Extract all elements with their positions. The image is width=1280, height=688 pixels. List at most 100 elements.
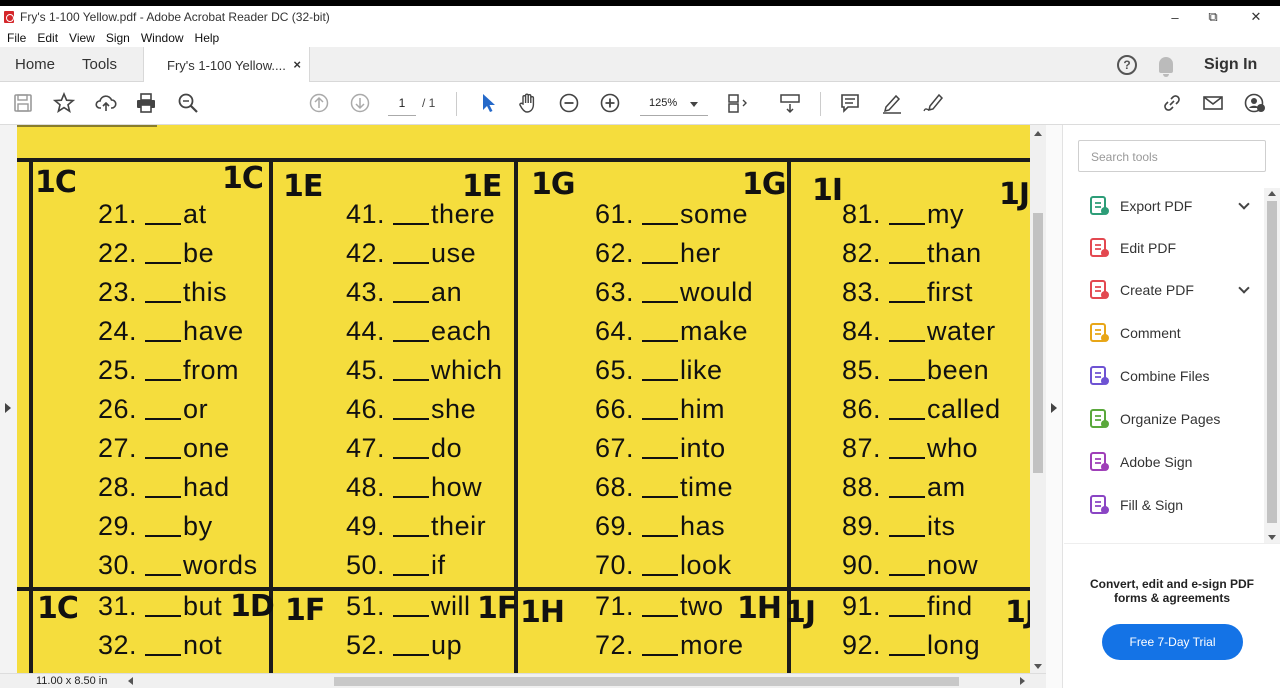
restore-button[interactable]: ⧉ (1190, 6, 1236, 28)
grid-fragment (17, 125, 157, 127)
acrobat-window: Fry's 1-100 Yellow.pdf - Adobe Acrobat R… (0, 0, 1280, 688)
tools-scrollbar[interactable] (1264, 188, 1280, 543)
organize-pages-icon (1088, 408, 1110, 430)
menu-edit[interactable]: Edit (37, 31, 62, 45)
tool-item[interactable]: Export PDF (1088, 194, 1250, 218)
sight-word: this (183, 277, 228, 307)
word-item: 89. its (842, 511, 956, 542)
menu-window[interactable]: Window (141, 31, 188, 45)
sign-in-button[interactable]: Sign In (1204, 47, 1257, 82)
next-page-button[interactable] (348, 91, 372, 115)
tool-item[interactable]: Organize Pages (1088, 407, 1248, 431)
scroll-up-icon[interactable] (1034, 131, 1042, 136)
close-tab-icon[interactable]: × (293, 57, 301, 72)
vertical-scrollbar[interactable] (1030, 125, 1046, 673)
help-button[interactable]: ? (1117, 47, 1137, 82)
previous-page-button[interactable] (307, 91, 331, 115)
notifications-button[interactable] (1159, 47, 1173, 82)
sight-word: their (431, 511, 487, 541)
sight-word: first (927, 277, 974, 307)
answer-blank (642, 418, 679, 420)
right-panel-toggle[interactable] (1046, 125, 1063, 688)
sight-word: how (431, 472, 483, 502)
word-number: 70. (595, 550, 635, 580)
answer-blank (145, 262, 182, 264)
sight-word: would (680, 277, 754, 307)
tool-item[interactable]: Combine Files (1088, 364, 1248, 388)
menu-view[interactable]: View (69, 31, 99, 45)
tool-label: Adobe Sign (1120, 454, 1193, 470)
sight-word: or (183, 394, 209, 424)
word-number: 48. (346, 472, 386, 502)
scroll-left-icon[interactable] (128, 677, 133, 685)
word-item: 87. who (842, 433, 978, 464)
email-button[interactable] (1201, 91, 1225, 115)
tool-item[interactable]: Adobe Sign (1088, 450, 1248, 474)
tool-item[interactable]: Create PDF (1088, 278, 1250, 302)
scroll-down-icon[interactable] (1034, 664, 1042, 669)
sight-word: if (431, 550, 446, 580)
tool-item[interactable]: Edit PDF (1088, 236, 1248, 260)
word-item: 24. have (98, 316, 244, 347)
page-layout-button[interactable] (725, 91, 749, 115)
combine-files-icon (1088, 365, 1110, 387)
answer-blank (393, 574, 430, 576)
free-trial-button[interactable]: Free 7-Day Trial (1102, 624, 1243, 660)
zoom-out-button[interactable] (557, 91, 581, 115)
close-window-button[interactable]: ✕ (1233, 6, 1279, 28)
toolbar-divider-2 (820, 92, 821, 116)
tools-scroll-down-icon[interactable] (1268, 535, 1276, 540)
horizontal-scroll-thumb[interactable] (334, 677, 959, 686)
comment-icon (1088, 322, 1110, 344)
find-button[interactable] (176, 91, 200, 115)
answer-blank (889, 654, 926, 656)
scrolling-mode-button[interactable] (778, 91, 802, 115)
tab-document[interactable]: Fry's 1-100 Yellow.... × (143, 47, 310, 83)
menu-file[interactable]: File (7, 31, 30, 45)
word-number: 82. (842, 238, 882, 268)
left-panel-toggle[interactable] (0, 125, 17, 673)
section-mark: 1J (999, 177, 1030, 212)
sight-word: into (680, 433, 726, 463)
tools-scroll-up-icon[interactable] (1268, 191, 1276, 196)
answer-blank (642, 574, 679, 576)
page-number-input[interactable]: 1 (388, 94, 416, 116)
vertical-scroll-thumb[interactable] (1033, 213, 1043, 473)
tab-tools[interactable]: Tools (82, 47, 117, 82)
sight-word: been (927, 355, 990, 385)
word-item: 86. called (842, 394, 1001, 425)
word-number: 29. (98, 511, 138, 541)
zoom-level-select[interactable]: 125% (640, 94, 708, 116)
word-item: 88. am (842, 472, 966, 503)
section-mark: 1I (812, 173, 843, 208)
share-people-button[interactable] (1243, 91, 1267, 115)
bookmark-button[interactable] (52, 91, 76, 115)
sight-word: each (431, 316, 492, 346)
print-button[interactable] (134, 91, 158, 115)
share-link-button[interactable] (1160, 91, 1184, 115)
tool-item[interactable]: Fill & Sign (1088, 493, 1248, 517)
sight-word: up (431, 630, 463, 660)
word-number: 89. (842, 511, 882, 541)
chevron-down-icon[interactable] (1238, 282, 1250, 294)
tab-home[interactable]: Home (15, 47, 55, 82)
highlight-button[interactable] (880, 91, 904, 115)
menu-sign[interactable]: Sign (106, 31, 134, 45)
search-tools-input[interactable]: Search tools (1078, 140, 1266, 172)
select-tool-button[interactable] (476, 91, 500, 115)
zoom-in-button[interactable] (598, 91, 622, 115)
save-button[interactable] (11, 91, 35, 115)
draw-button[interactable] (921, 91, 945, 115)
tools-scroll-thumb[interactable] (1267, 201, 1277, 523)
menu-help[interactable]: Help (195, 31, 224, 45)
comment-button[interactable] (838, 91, 862, 115)
tool-item[interactable]: Comment (1088, 321, 1248, 345)
scroll-right-icon[interactable] (1020, 677, 1025, 685)
word-number: 31. (98, 591, 138, 621)
upload-button[interactable] (94, 91, 118, 115)
answer-blank (642, 654, 679, 656)
menu-bar: File Edit View Sign Window Help (0, 28, 1280, 47)
highlighter-icon (883, 94, 901, 114)
hand-tool-button[interactable] (516, 91, 540, 115)
chevron-down-icon[interactable] (1238, 198, 1250, 210)
